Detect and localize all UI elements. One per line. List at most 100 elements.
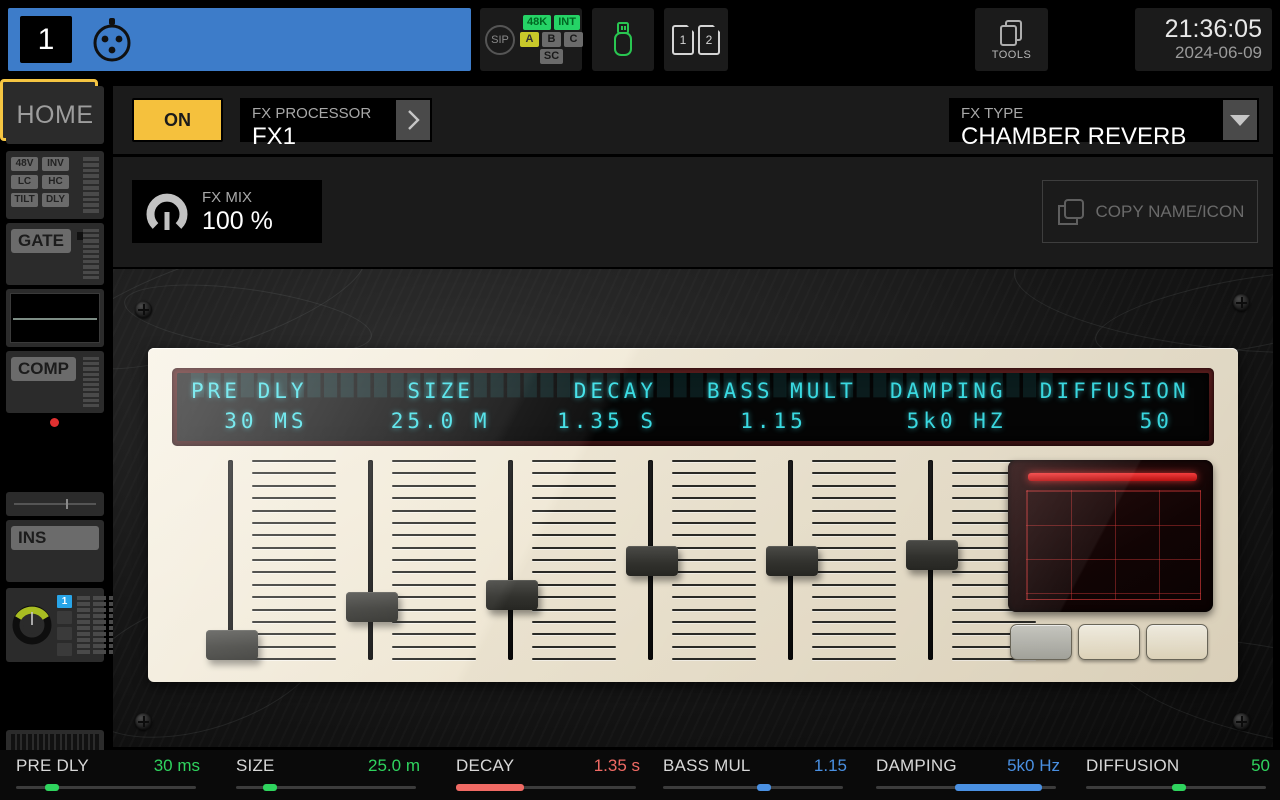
sd-card-slot-2[interactable]: 2 [698, 24, 720, 55]
param-size[interactable]: SIZE 25.0 m [228, 750, 424, 800]
status-tag-c[interactable]: C [564, 32, 583, 47]
param-handle[interactable] [263, 784, 277, 791]
fader-bass-mul[interactable] [626, 460, 756, 660]
input-tag-48v: 48V [11, 157, 38, 171]
param-value: 25.0 m [368, 756, 420, 775]
param-value: 1.15 [813, 756, 847, 775]
fader-bank [206, 460, 1048, 660]
fx-on-button[interactable]: ON [132, 98, 223, 142]
graph-button-1[interactable] [1010, 624, 1072, 660]
param-diffusion[interactable]: DIFFUSION 50 [1078, 750, 1274, 800]
fader-handle[interactable] [766, 546, 818, 576]
fader-track [368, 460, 373, 660]
top-status-bar: 1 SIP 48K INT A B C SC 1 2 TOOLS 21:36:0… [0, 0, 1280, 79]
clock-date: 2024-06-09 [1175, 43, 1262, 62]
fader-ticks [672, 460, 756, 660]
sidebar-item-home[interactable]: HOME [6, 86, 104, 144]
status-tag-b[interactable]: B [542, 32, 561, 47]
param-handle[interactable] [1172, 784, 1187, 791]
fader-handle[interactable] [346, 592, 398, 622]
sd-card-status[interactable]: 1 2 [664, 8, 728, 71]
status-tag-a[interactable]: A [520, 32, 539, 47]
fx-processor-selector[interactable]: FX PROCESSOR FX1 [240, 98, 432, 150]
param-track[interactable] [663, 784, 843, 791]
graph-button-row [1010, 624, 1208, 660]
status-indicators[interactable]: SIP 48K INT A B C SC [480, 8, 583, 71]
status-tag-int: INT [554, 15, 580, 30]
sidebar-item-comp[interactable]: COMP [6, 351, 104, 413]
usb-status[interactable] [592, 8, 654, 71]
fader-damping[interactable] [766, 460, 896, 660]
fader-handle[interactable] [486, 580, 538, 610]
fader-number-button[interactable]: 1 [57, 594, 72, 608]
fx-front-panel: ████████████████████████████████████████… [148, 348, 1238, 682]
channel-number: 1 [20, 16, 72, 63]
fx-type-selector[interactable]: FX TYPE CHAMBER REVERB [949, 98, 1259, 150]
lcd-row-labels: PRE DLY SIZE DECAY BASS MULT DAMPING DIF… [191, 379, 1190, 403]
fader-track [508, 460, 513, 660]
input-tag-lc: LC [11, 175, 38, 189]
fader-assign-buttons[interactable]: 1 [57, 594, 72, 656]
param-label: PRE DLY [16, 756, 89, 775]
param-track[interactable] [456, 784, 636, 791]
fader-ticks [812, 460, 896, 660]
param-fill[interactable] [456, 784, 525, 791]
reverb-graph-display[interactable] [1008, 460, 1213, 612]
fader-handle[interactable] [906, 540, 958, 570]
param-track[interactable] [16, 784, 196, 791]
sidebar-level-slider[interactable] [6, 492, 104, 516]
clock-time: 21:36:05 [1164, 15, 1262, 43]
param-bass-mul[interactable]: BASS MUL 1.15 [655, 750, 851, 800]
assign-button-4[interactable] [57, 642, 72, 656]
parameter-bar: PRE DLY 30 ms SIZE 25.0 m DECAY 1.35 s B… [0, 750, 1280, 800]
param-track[interactable] [876, 784, 1056, 791]
fader-handle[interactable] [206, 630, 258, 660]
sidebar-item-input[interactable]: 48V INV LC HC TILT DLY [6, 151, 104, 219]
channel-strip-header[interactable]: 1 [8, 8, 471, 71]
fx-mix-caption: FX MIX [202, 188, 253, 206]
param-fill[interactable] [955, 784, 1042, 791]
status-tag-sc[interactable]: SC [539, 49, 564, 64]
copy-name-icon-button[interactable]: COPY NAME/ICON [1042, 180, 1258, 243]
fader-pre-dly[interactable] [206, 460, 336, 660]
param-value: 5k0 Hz [1007, 756, 1060, 775]
sd-card-slot-1[interactable]: 1 [672, 24, 694, 55]
param-value: 1.35 s [593, 756, 640, 775]
input-tag-inv: INV [42, 157, 69, 171]
param-label: DECAY [456, 756, 515, 775]
knob-icon [146, 193, 188, 230]
assign-button-2[interactable] [57, 610, 72, 624]
chevron-down-icon[interactable] [1223, 100, 1257, 140]
input-meter [83, 157, 99, 213]
status-tag-48k: 48K [523, 15, 552, 30]
fx-mix-value: 100 % [202, 206, 273, 235]
assign-button-3[interactable] [57, 626, 72, 640]
copy-pages-icon [999, 19, 1022, 46]
sidebar-item-eq[interactable] [6, 289, 104, 347]
clock-widget[interactable]: 21:36:05 2024-06-09 [1135, 8, 1272, 71]
fader-size[interactable] [346, 460, 476, 660]
param-handle[interactable] [756, 784, 771, 791]
param-track[interactable] [236, 784, 416, 791]
param-track[interactable] [1086, 784, 1266, 791]
param-decay[interactable]: DECAY 1.35 s [448, 750, 644, 800]
graph-button-3[interactable] [1146, 624, 1208, 660]
eq-curve-line [13, 318, 97, 320]
pan-knob[interactable] [12, 605, 52, 645]
chevron-right-icon[interactable] [396, 100, 430, 140]
fader-decay[interactable] [486, 460, 616, 660]
tools-button[interactable]: TOOLS [975, 8, 1048, 71]
sidebar-item-gate[interactable]: GATE [6, 223, 104, 285]
param-damping[interactable]: DAMPING 5k0 Hz [868, 750, 1064, 800]
fx-mix-control[interactable]: FX MIX 100 % [132, 180, 322, 243]
sidebar-pan-section[interactable]: 1 [6, 588, 122, 662]
screw-icon-top-right [1233, 294, 1250, 311]
screw-icon-bottom-left [135, 713, 152, 730]
param-handle[interactable] [44, 784, 59, 791]
param-pre-dly[interactable]: PRE DLY 30 ms [8, 750, 204, 800]
fader-handle[interactable] [626, 546, 678, 576]
sidebar-item-insert[interactable]: INS [6, 520, 104, 582]
graph-button-2[interactable] [1078, 624, 1140, 660]
param-label: SIZE [236, 756, 275, 775]
slider-handle[interactable] [66, 499, 69, 509]
